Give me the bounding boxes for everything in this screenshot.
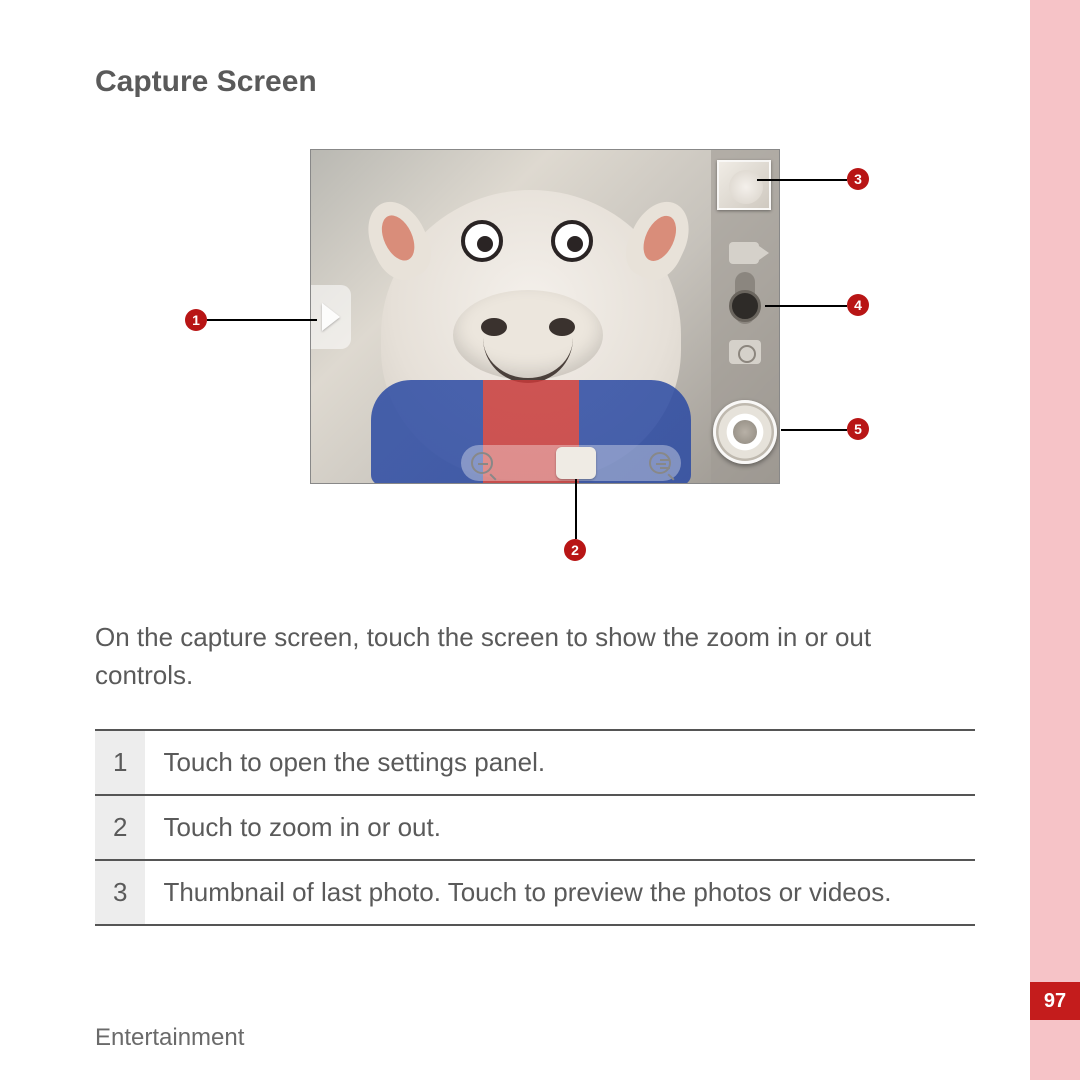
legend-description: Thumbnail of last photo. Touch to previe…	[145, 860, 975, 925]
plush-eye	[551, 220, 593, 262]
plush-nose	[453, 290, 603, 380]
camera-viewfinder	[310, 149, 780, 484]
section-title: Capture Screen	[95, 65, 975, 99]
legend-number: 1	[95, 730, 145, 795]
page-number-badge: 97	[1030, 982, 1080, 1020]
legend-description: Touch to zoom in or out.	[145, 795, 975, 860]
callout-dot: 4	[847, 294, 869, 316]
intro-paragraph: On the capture screen, touch the screen …	[95, 619, 975, 694]
capture-screen-figure: 1 2 3 4 5	[185, 139, 885, 579]
legend-number: 3	[95, 860, 145, 925]
mode-slider-knob[interactable]	[729, 290, 761, 322]
legend-table: 1 Touch to open the settings panel. 2 To…	[95, 729, 975, 926]
plush-ear	[617, 192, 701, 288]
table-row: 2 Touch to zoom in or out.	[95, 795, 975, 860]
video-mode-icon[interactable]	[729, 242, 759, 264]
last-photo-thumbnail[interactable]	[717, 160, 771, 210]
shutter-button[interactable]	[713, 400, 777, 464]
callout-dot: 3	[847, 168, 869, 190]
table-row: 3 Thumbnail of last photo. Touch to prev…	[95, 860, 975, 925]
legend-number: 2	[95, 795, 145, 860]
plush-eye	[461, 220, 503, 262]
table-row: 1 Touch to open the settings panel.	[95, 730, 975, 795]
footer-chapter-label: Entertainment	[95, 1024, 244, 1052]
page-content: Capture Screen	[95, 65, 975, 926]
chevron-right-icon	[322, 303, 340, 331]
camera-controls-column	[711, 150, 779, 484]
zoom-out-icon[interactable]	[471, 452, 493, 474]
legend-description: Touch to open the settings panel.	[145, 730, 975, 795]
zoom-control-bar[interactable]	[461, 445, 681, 481]
settings-panel-tab[interactable]	[311, 285, 351, 349]
zoom-in-icon[interactable]	[649, 452, 671, 474]
zoom-slider-handle[interactable]	[556, 447, 596, 479]
photo-mode-icon[interactable]	[729, 340, 761, 364]
side-margin	[1030, 0, 1080, 1080]
callout-dot: 2	[564, 539, 586, 561]
callout-dot: 1	[185, 309, 207, 331]
plush-ear	[357, 192, 441, 288]
callout-dot: 5	[847, 418, 869, 440]
